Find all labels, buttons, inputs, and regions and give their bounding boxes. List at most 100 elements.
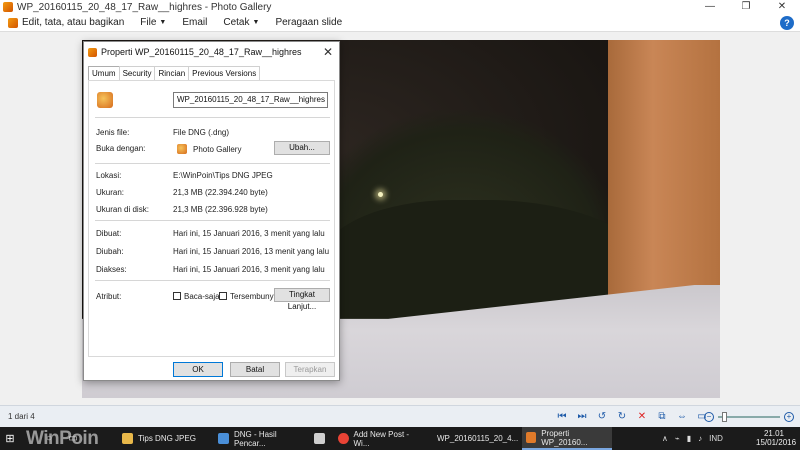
size-label: Ukuran: — [96, 188, 125, 197]
taskbar-item-properties[interactable]: Properti WP_20160... — [522, 427, 612, 450]
attributes-label: Atribut: — [96, 292, 122, 301]
taskbar-item-explorer[interactable]: DNG - Hasil Pencar... — [214, 427, 310, 450]
advanced-button[interactable]: Tingkat Lanjut... — [274, 288, 330, 311]
file-type-value: File DNG (.dng) — [173, 128, 230, 137]
cancel-button[interactable]: Batal — [230, 362, 280, 377]
taskbar-item-photo[interactable]: WP_20160115_20_4... — [428, 427, 518, 450]
tab-security[interactable]: Security — [118, 66, 156, 80]
chevron-down-icon: ▼ — [159, 19, 167, 26]
previous-icon[interactable]: ⏮ — [555, 410, 569, 423]
tab-details[interactable]: Rincian — [154, 66, 190, 80]
photo-gallery-app-icon — [3, 2, 13, 12]
title-bar: WP_20160115_20_48_17_Raw__highres - Phot… — [0, 0, 800, 14]
zoom-in-icon[interactable]: + — [784, 412, 794, 422]
size-on-disk-label: Ukuran di disk: — [96, 205, 149, 214]
accessed-label: Diakses: — [96, 265, 127, 274]
modified-value: Hari ini, 15 Januari 2016, 13 menit yang… — [173, 247, 330, 256]
readonly-label: Baca-saja — [184, 292, 220, 301]
email-menu[interactable]: Email — [174, 14, 215, 32]
delete-icon[interactable]: ✕ — [635, 410, 649, 423]
help-icon[interactable]: ? — [780, 16, 794, 30]
maximize-button[interactable]: ❐ — [728, 0, 764, 14]
rotate-right-icon[interactable]: ↻ — [615, 410, 629, 423]
hidden-checkbox[interactable] — [219, 292, 227, 300]
viewer-controls: ⏮ ⏭ ↺ ↻ ✕ ⧉ ⇔ ▭ — [555, 410, 715, 423]
created-value: Hari ini, 15 Januari 2016, 3 menit yang … — [173, 229, 325, 238]
accessed-value: Hari ini, 15 Januari 2016, 3 menit yang … — [173, 265, 325, 274]
tab-previous-versions[interactable]: Previous Versions — [188, 66, 261, 80]
zoom-slider-thumb[interactable] — [722, 412, 727, 422]
taskbar: ⊞ WinPoin ○ ▭ Tips DNG JPEG DNG - Hasil … — [0, 427, 800, 450]
menu-bar: Edit, tata, atau bagikan File ▼ Email Cet… — [0, 14, 800, 32]
zoom-slider[interactable] — [718, 412, 780, 422]
divider — [95, 163, 330, 164]
print-menu[interactable]: Cetak ▼ — [215, 14, 267, 32]
dialog-title: Properti WP_20160115_20_48_17_Raw__highr… — [101, 47, 302, 57]
ok-button[interactable]: OK — [173, 362, 223, 377]
location-label: Lokasi: — [96, 171, 122, 180]
window-title: WP_20160115_20_48_17_Raw__highres - Phot… — [17, 1, 272, 13]
minimize-button[interactable]: — — [692, 0, 728, 14]
volume-icon[interactable]: ♪ — [698, 434, 702, 443]
taskbar-item-store[interactable] — [310, 427, 334, 450]
dng-file-icon — [97, 92, 113, 108]
opens-with-label: Buka dengan: — [96, 144, 146, 153]
taskbar-item-folder[interactable]: Tips DNG JPEG — [118, 427, 214, 450]
windows-start-icon[interactable]: ⊞ — [0, 427, 20, 450]
photo-gallery-icon — [177, 144, 187, 154]
apply-button[interactable]: Terapkan — [285, 362, 335, 377]
folder-icon — [122, 433, 133, 444]
taskbar-item-browser[interactable]: Add New Post - Wi... — [334, 427, 424, 450]
windows-store-icon — [314, 433, 325, 444]
system-tray: ∧ ⌁ ▮ ♪ IND — [662, 427, 730, 450]
chevron-down-icon: ▼ — [252, 19, 260, 26]
change-button[interactable]: Ubah... — [274, 141, 330, 155]
divider — [95, 220, 330, 221]
page-counter: 1 dari 4 — [8, 412, 35, 421]
viewer-controls-bar: 1 dari 4 ⏮ ⏭ ↺ ↻ ✕ ⧉ ⇔ ▭ − + — [0, 405, 800, 427]
close-icon[interactable]: ✕ — [323, 45, 333, 59]
properties-dialog: Properti WP_20160115_20_48_17_Raw__highr… — [83, 41, 340, 381]
clock-time: 21.01 — [763, 429, 785, 438]
photo-gallery-icon — [526, 432, 537, 443]
zoom-out-icon[interactable]: − — [704, 412, 714, 422]
fit-icon[interactable]: ⇔ — [675, 410, 689, 423]
clock[interactable]: 21.01 15/01/2016 — [756, 429, 797, 447]
language-indicator[interactable]: IND — [709, 434, 723, 443]
hidden-label: Tersembunyi — [230, 292, 276, 301]
network-icon[interactable]: ⌁ — [675, 434, 680, 443]
size-on-disk-value: 21,3 MB (22.396.928 byte) — [173, 205, 268, 214]
close-window-button[interactable]: ✕ — [764, 0, 800, 14]
general-panel: WP_20160115_20_48_17_Raw__highres Jenis … — [88, 80, 335, 357]
modified-label: Diubah: — [96, 247, 124, 256]
next-icon[interactable]: ⏭ — [575, 410, 589, 423]
opens-with-value: Photo Gallery — [193, 145, 242, 154]
divider — [95, 280, 330, 281]
created-label: Dibuat: — [96, 229, 122, 238]
divider — [95, 117, 330, 118]
window-controls: — ❐ ✕ — [692, 0, 800, 14]
slideshow-icon[interactable]: ⧉ — [655, 410, 669, 423]
chevron-up-icon[interactable]: ∧ — [662, 434, 668, 443]
file-type-label: Jenis file: — [96, 128, 130, 137]
location-value: E:\WinPoin\Tips DNG JPEG — [173, 171, 273, 180]
chrome-icon — [338, 433, 349, 444]
slideshow-menu[interactable]: Peragaan slide — [267, 14, 350, 32]
dialog-tabs: Umum Security Rincian Previous Versions — [88, 66, 261, 81]
task-view-icon[interactable]: ▭ — [62, 427, 84, 450]
readonly-checkbox[interactable] — [173, 292, 181, 300]
tab-general[interactable]: Umum — [88, 66, 120, 81]
photo-gallery-icon — [88, 47, 97, 57]
battery-icon[interactable]: ▮ — [687, 434, 691, 443]
file-menu[interactable]: File ▼ — [132, 14, 174, 32]
file-explorer-icon — [218, 433, 229, 444]
photo-gallery-icon — [8, 17, 18, 28]
search-icon[interactable]: ○ — [38, 427, 60, 450]
clock-date: 15/01/2016 — [756, 438, 797, 447]
dialog-title-bar: Properti WP_20160115_20_48_17_Raw__highr… — [84, 42, 339, 62]
filename-field[interactable]: WP_20160115_20_48_17_Raw__highres — [173, 92, 328, 108]
edit-share-menu[interactable]: Edit, tata, atau bagikan — [0, 14, 132, 32]
rotate-left-icon[interactable]: ↺ — [595, 410, 609, 423]
zoom-control: − + — [704, 412, 794, 422]
size-value: 21,3 MB (22.394.240 byte) — [173, 188, 268, 197]
